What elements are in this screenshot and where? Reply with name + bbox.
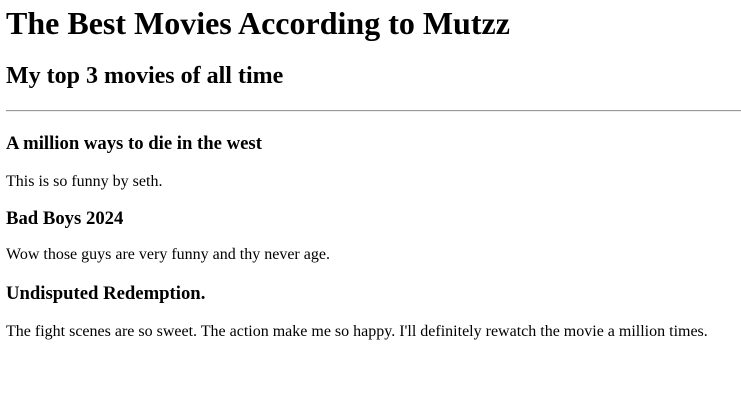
divider [6,110,741,112]
movie-review: The fight scenes are so sweet. The actio… [6,323,708,340]
page-title: The Best Movies According to Mutzz [6,5,510,41]
movie-entry: Undisputed Redemption. The fight scenes … [6,283,735,341]
movie-review: Wow those guys are very funny and thy ne… [6,246,330,263]
movie-title: A million ways to die in the west [6,133,262,154]
page-content: The Best Movies According to Mutzz My to… [0,0,741,341]
movie-title: Bad Boys 2024 [6,208,124,229]
movie-title: Undisputed Redemption. [6,283,206,304]
movie-entry: Bad Boys 2024 Wow those guys are very fu… [6,208,735,264]
movie-review: This is so funny by seth. [6,173,163,190]
movie-entry: A million ways to die in the west This i… [6,133,735,191]
page-subtitle: My top 3 movies of all time [6,63,284,89]
